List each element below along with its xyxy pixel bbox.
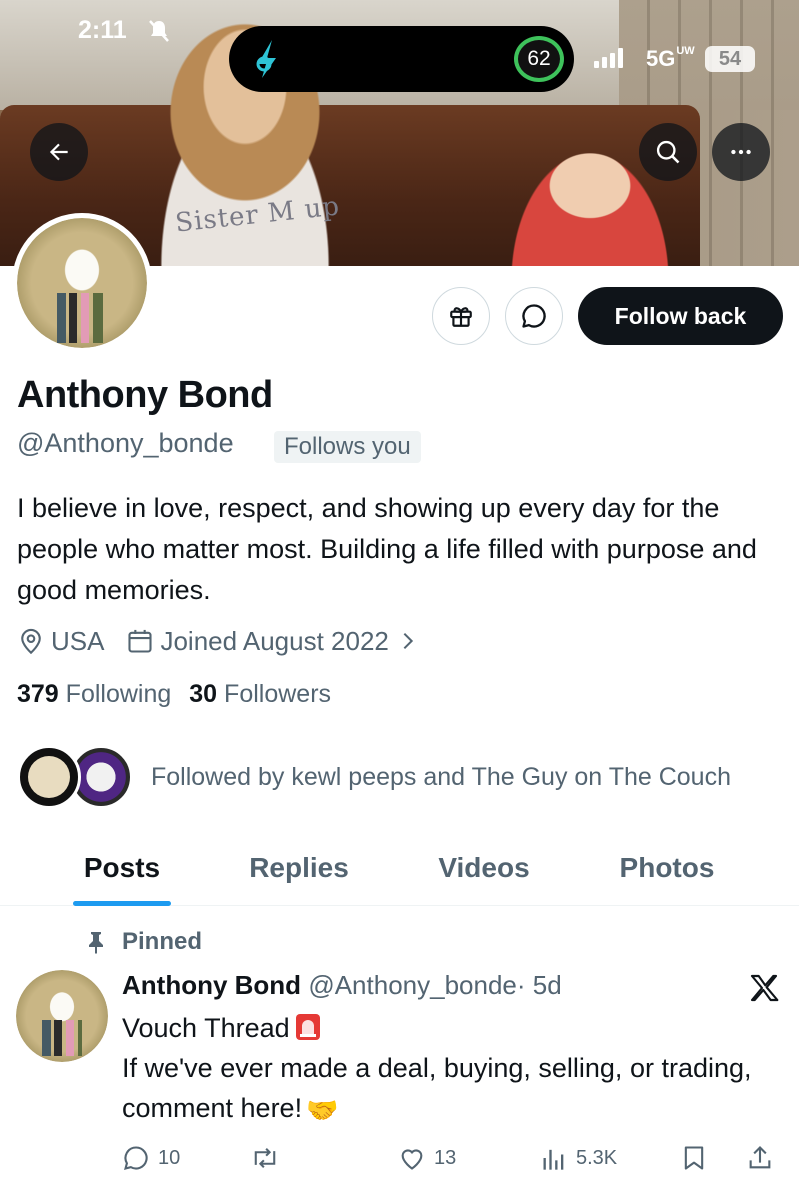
- following-stat[interactable]: 379 Following: [17, 680, 171, 709]
- like-count: 13: [434, 1146, 457, 1169]
- search-icon: [656, 140, 680, 164]
- joined-text: Joined August 2022: [160, 625, 389, 656]
- post-line-2-text: If we've ever made a deal, buying, selli…: [122, 1053, 752, 1123]
- location-item: USA: [17, 626, 104, 657]
- follow-stats: 379 Following 30 Followers: [17, 680, 349, 709]
- follower-avatar-kewl-peeps: [17, 745, 81, 809]
- post-body: Vouch Thread If we've ever made a deal, …: [122, 1008, 782, 1130]
- profile-tabs: Posts Replies Videos Photos: [0, 830, 799, 906]
- reply-button[interactable]: 10: [122, 1138, 180, 1178]
- location-text: USA: [51, 625, 105, 656]
- profile-bio: I believe in love, respect, and showing …: [17, 493, 757, 605]
- post-avatar-figures: [42, 1020, 82, 1056]
- post-line-1: Vouch Thread: [122, 1008, 782, 1048]
- followers-count: 30: [189, 680, 218, 708]
- island-progress-badge: 62: [514, 36, 564, 82]
- status-time: 2:11: [78, 16, 127, 44]
- pinned-label: Pinned: [122, 928, 203, 955]
- profile-handle: @Anthony_bonde: [17, 428, 234, 458]
- more-horizontal-icon: [731, 149, 751, 155]
- location-pin-icon: [21, 628, 41, 655]
- repost-icon: [254, 1148, 276, 1168]
- gift-button[interactable]: [432, 287, 490, 345]
- cellular-signal-icon: [594, 48, 623, 68]
- tab-posts[interactable]: Posts: [0, 830, 244, 906]
- post-avatar-photo: [16, 970, 108, 1062]
- tab-photos[interactable]: Photos: [614, 830, 720, 906]
- following-label: Following: [65, 680, 172, 708]
- bookmark-icon: [684, 1146, 704, 1170]
- profile-name: Anthony Bond: [17, 374, 273, 416]
- views-button[interactable]: 5.3K: [540, 1138, 617, 1178]
- chat-bubble-icon: [522, 304, 546, 328]
- tab-replies[interactable]: Replies: [244, 830, 354, 906]
- like-button[interactable]: 13: [398, 1138, 456, 1178]
- post-actions: 10 13 5.3K: [122, 1138, 782, 1178]
- follow-back-button[interactable]: Follow back: [578, 287, 783, 345]
- post-line-1-text: Vouch Thread: [122, 1013, 290, 1043]
- pin-icon: [89, 932, 103, 954]
- chevron-right-icon: [403, 632, 413, 650]
- handshake-emoji-icon: 🤝: [306, 1095, 339, 1125]
- reply-count: 10: [158, 1146, 181, 1169]
- heart-icon: [401, 1149, 423, 1170]
- share-button[interactable]: [746, 1138, 782, 1178]
- profile-avatar[interactable]: [12, 213, 152, 353]
- more-options-button[interactable]: [712, 123, 770, 181]
- arrow-left-icon: [49, 143, 68, 161]
- network-type: 5GUW: [646, 46, 695, 72]
- network-sup-label: UW: [676, 45, 695, 57]
- repost-button[interactable]: [250, 1138, 288, 1178]
- bell-muted-icon: [149, 20, 169, 42]
- gift-icon: [450, 307, 472, 327]
- tab-videos[interactable]: Videos: [354, 830, 614, 906]
- followed-by-text: Followed by kewl peeps and The Guy on Th…: [151, 762, 731, 791]
- calendar-icon: [128, 629, 153, 653]
- joined-item[interactable]: Joined August 2022: [126, 626, 418, 657]
- avatar-figures: [57, 293, 112, 343]
- post-author-handle[interactable]: @Anthony_bonde: [308, 970, 517, 1000]
- battery-indicator: 54: [705, 46, 755, 72]
- avatar-photo: [17, 218, 147, 348]
- profile-meta: USA Joined August 2022: [17, 624, 441, 658]
- network-label: 5G: [646, 46, 676, 71]
- following-count: 379: [17, 680, 59, 708]
- message-button[interactable]: [505, 287, 563, 345]
- followers-label: Followers: [224, 680, 332, 708]
- post-header: Anthony Bond @Anthony_bonde· 5d: [122, 970, 562, 1001]
- bookmark-button[interactable]: [680, 1138, 716, 1178]
- siren-emoji-icon: [295, 1014, 320, 1040]
- app-activity-icon: [256, 40, 276, 78]
- post-author-avatar[interactable]: [16, 970, 108, 1062]
- post-author-name[interactable]: Anthony Bond: [122, 970, 301, 1000]
- views-count: 5.3K: [576, 1146, 618, 1169]
- reply-icon: [124, 1146, 148, 1170]
- pinned-indicator: Pinned: [84, 928, 202, 956]
- x-logo-icon[interactable]: [748, 972, 780, 1004]
- share-upload-icon: [749, 1146, 771, 1169]
- followers-stat[interactable]: 30 Followers: [189, 680, 331, 709]
- post-line-2: If we've ever made a deal, buying, selli…: [122, 1048, 782, 1130]
- follows-you-badge: Follows you: [274, 431, 421, 463]
- search-button[interactable]: [639, 123, 697, 181]
- followed-by-row[interactable]: Followed by kewl peeps and The Guy on Th…: [17, 745, 731, 809]
- back-button[interactable]: [30, 123, 88, 181]
- views-chart-icon: [543, 1149, 564, 1170]
- post-time: · 5d: [516, 970, 562, 1000]
